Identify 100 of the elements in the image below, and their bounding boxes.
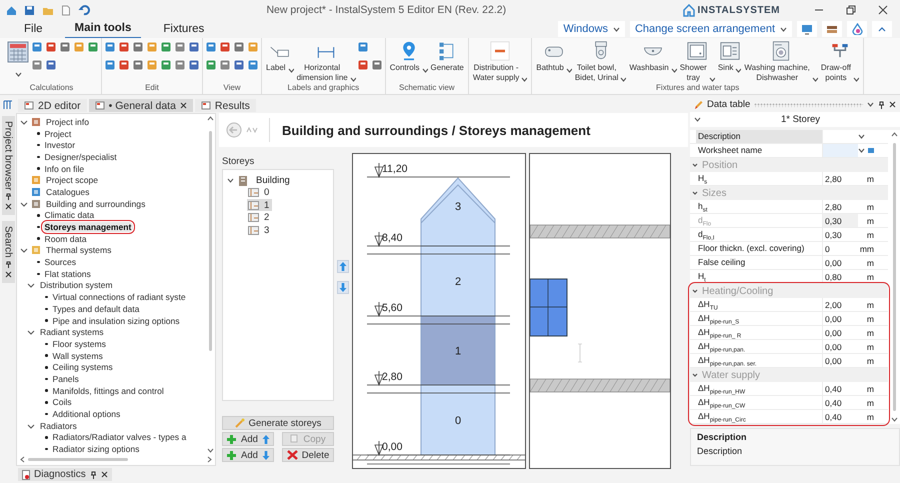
move-up-button[interactable] [337,260,349,273]
tree-item[interactable]: Building and surroundings [44,198,148,209]
tree-item[interactable]: Storeys management [42,222,134,232]
pin-icon[interactable] [878,100,885,108]
tool-icon[interactable] [234,42,244,52]
tree-item[interactable]: Info on file [42,164,86,174]
tree-item[interactable]: Project info [44,116,91,127]
tool-icon[interactable] [220,42,230,52]
property-value[interactable]: 0,40 [822,382,858,395]
property-value[interactable]: 0,00 [822,326,858,339]
tree-item[interactable]: Project scope [44,175,100,186]
tool-icon[interactable] [372,60,382,70]
property-value[interactable]: 0,40 [822,396,858,409]
chevron-down-icon[interactable] [27,281,35,290]
tree-item[interactable]: Thermal systems [44,245,114,256]
menu-tab[interactable]: Fixtures [153,20,214,38]
property-value[interactable]: 2,00 [822,298,858,311]
tree-item[interactable]: Radiators [38,420,79,431]
tool-icon[interactable] [133,42,143,52]
document-tab[interactable]: Results [194,99,256,112]
close-icon[interactable] [180,102,187,109]
tool-icon[interactable] [147,42,157,52]
property-value[interactable]: 0,40 [822,410,858,423]
tree-item[interactable]: Radiator sizing options [50,444,142,454]
storey-item[interactable]: 3 [247,224,272,236]
tool-icon[interactable] [46,60,56,70]
property-value[interactable]: 0,00 [822,340,858,353]
tool-icon[interactable] [358,60,368,70]
tool-icon[interactable] [206,60,216,70]
property-value[interactable]: 2,80 [822,172,858,185]
chevron-down-icon[interactable] [20,118,28,126]
menu-tab[interactable]: File [14,20,53,38]
ribbon-button[interactable]: Washbasin [628,38,678,72]
tool-icon[interactable] [220,60,230,70]
storey-block[interactable] [420,384,496,456]
tool-icon[interactable] [133,60,143,70]
tree-item[interactable]: Radiant systems [38,327,106,338]
storey-block[interactable] [420,316,496,386]
ribbon-button[interactable]: Toilet bowl, Bidet, Urinal [574,38,628,82]
ribbon-button[interactable]: Draw-off points [820,38,860,82]
tree-item[interactable]: Distribution system [38,280,115,290]
restore-icon[interactable] [846,5,856,15]
property-value[interactable]: 2,80 [822,200,858,213]
tree-item[interactable]: Floor systems [50,338,108,349]
tool-icon[interactable] [175,60,185,70]
ribbon-button[interactable]: Sink [716,38,742,72]
chevron-down-icon[interactable] [694,116,701,123]
screen-arrangement-dropdown[interactable]: Change screen arrangement [630,21,792,37]
drop-button[interactable] [847,21,867,37]
tree-item[interactable]: Catalogues [44,186,92,197]
tool-icon[interactable] [105,42,115,52]
chevron-down-icon[interactable] [20,200,28,208]
tool-icon[interactable] [161,42,171,52]
tree-item[interactable]: Manifolds, fittings and control [50,386,166,396]
tree-item[interactable]: Wall systems [50,350,105,361]
storey-block[interactable] [420,177,496,246]
ribbon-button[interactable]: Horizontal dimension line [296,38,357,82]
tool-icon[interactable] [175,42,185,52]
layers-button[interactable] [822,21,842,37]
tool-icon[interactable] [105,60,115,70]
document-tab[interactable]: 2D editor [18,99,87,112]
property-value[interactable]: 0,80 [822,270,858,283]
tool-icon[interactable] [88,42,98,52]
tool-icon[interactable] [248,60,258,70]
property-value[interactable]: 0,30 [822,228,858,241]
tree-item[interactable]: Ceiling systems [50,362,115,372]
property-value[interactable]: 0,00 [822,256,858,269]
tool-icon[interactable] [234,60,244,70]
undo-icon[interactable] [78,4,90,16]
close-icon[interactable] [889,101,896,108]
tree-item[interactable]: Sources [42,257,78,268]
storey-item[interactable]: 2 [247,212,272,224]
tree-item[interactable]: Building [256,174,290,186]
tool-icon[interactable] [32,60,42,70]
side-tab[interactable]: Project browser [2,116,14,216]
property-value[interactable]: 0,00 [822,312,858,325]
tree-item[interactable]: Radiators/Radiator valves - types a [50,432,188,442]
tool-icon[interactable] [189,60,199,70]
tool-icon[interactable] [46,42,56,52]
document-tab[interactable]: • General data [88,99,193,112]
property-value[interactable]: 0,00 [822,354,858,367]
tree-item[interactable]: Project [42,128,74,139]
tree-item[interactable]: Panels [50,374,81,384]
chevron-down-icon[interactable] [27,328,35,336]
ribbon-button[interactable]: Shower tray [678,38,716,82]
ribbon-button[interactable]: Distribution - Water supply [472,38,528,82]
tree-item[interactable]: Coils [50,397,74,408]
tool-icon[interactable] [119,60,129,70]
windows-dropdown[interactable]: Windows [558,21,625,37]
close-icon[interactable] [878,5,888,15]
tree-item[interactable]: Additional options [50,409,122,420]
tree-item[interactable]: Pipe and insulation sizing options [50,316,182,326]
action-button[interactable]: Add [222,432,274,446]
collapse-button[interactable] [872,21,892,37]
tool-icon[interactable] [358,42,368,52]
action-button[interactable]: Generate storeys [222,416,334,430]
side-tab[interactable]: Search [2,221,14,284]
home-icon[interactable] [6,4,17,16]
tool-icon[interactable] [161,60,171,70]
property-value[interactable]: 0 [822,242,858,255]
